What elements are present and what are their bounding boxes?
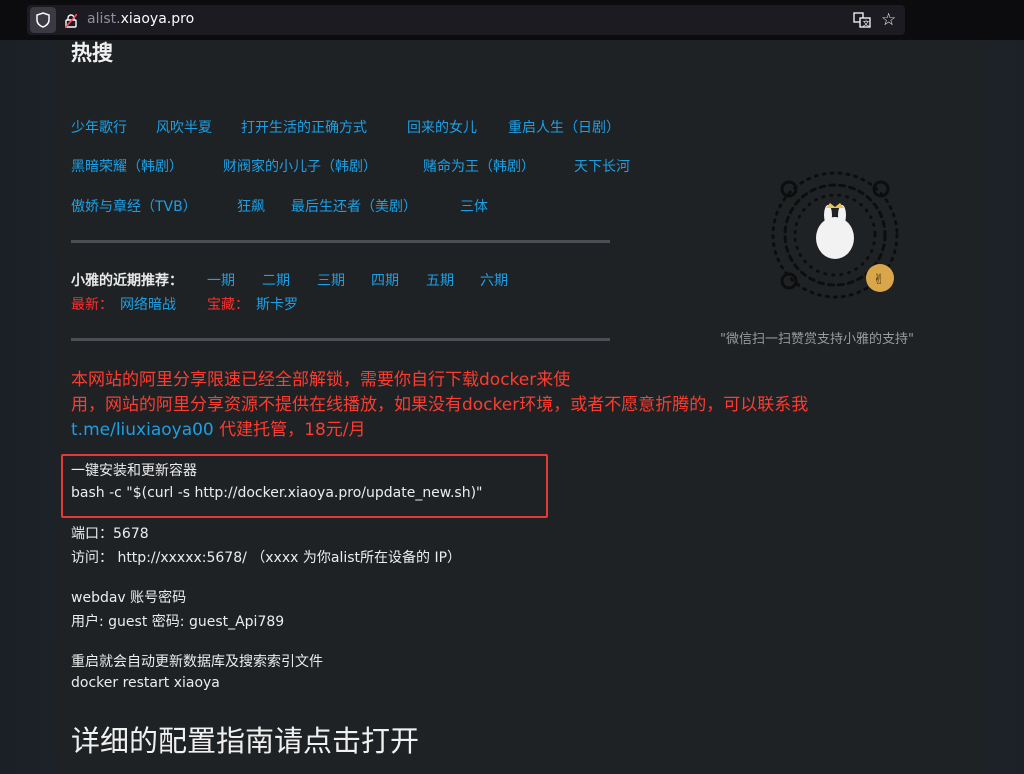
- url-text[interactable]: alist.xiaoya.pro: [87, 11, 194, 27]
- translate-icon[interactable]: 文: [853, 12, 871, 32]
- divider: [71, 338, 610, 341]
- webdav-credentials: 用户: guest 密码: guest_Api789: [71, 614, 285, 630]
- browser-toolbar: alist.xiaoya.pro 文 ☆: [0, 0, 1024, 40]
- hot-link[interactable]: 天下长河: [574, 156, 630, 176]
- install-command: bash -c "$(curl -s http://docker.xiaoya.…: [71, 485, 483, 501]
- config-guide-link[interactable]: 详细的配置指南请点击打开: [71, 718, 419, 760]
- webdav-title: webdav 账号密码: [71, 590, 187, 606]
- episode-link[interactable]: 三期: [317, 270, 345, 290]
- hot-link[interactable]: 打开生活的正确方式: [241, 117, 367, 137]
- hot-link[interactable]: 重启人生（日剧）: [508, 117, 620, 137]
- visit-line: 访问： http://xxxxx:5678/ （xxxx 为你alist所在设备…: [71, 550, 462, 566]
- page-title: 热搜: [71, 41, 113, 65]
- hot-link[interactable]: 少年歌行: [71, 117, 127, 137]
- episode-link[interactable]: 二期: [262, 270, 290, 290]
- hot-link[interactable]: 风吹半夏: [156, 117, 212, 137]
- episode-link[interactable]: 五期: [426, 270, 454, 290]
- bookmark-star-icon[interactable]: ☆: [881, 10, 896, 30]
- hot-link[interactable]: 最后生还者（美剧）: [291, 196, 417, 216]
- address-bar[interactable]: alist.xiaoya.pro 文 ☆: [27, 5, 905, 35]
- insecure-lock-icon[interactable]: [64, 13, 78, 32]
- qr-caption: "微信扫一扫赞赏支持小雅的支持": [720, 332, 914, 347]
- hot-link[interactable]: 财阀家的小儿子（韩剧）: [223, 156, 377, 176]
- notice-tail: 代建托管，18元/月: [213, 420, 366, 440]
- qr-code-image: ✌: [760, 160, 910, 310]
- notice-text: 本网站的阿里分享限速已经全部解锁，需要你自行下载docker来使 用，网站的阿里…: [71, 368, 951, 443]
- install-title: 一键安装和更新容器: [71, 463, 197, 479]
- hot-link[interactable]: 回来的女儿: [407, 117, 477, 137]
- restart-title: 重启就会自动更新数据库及搜索索引文件: [71, 654, 323, 670]
- treasure-link[interactable]: 斯卡罗: [256, 294, 298, 314]
- episode-link[interactable]: 一期: [207, 270, 235, 290]
- svg-text:文: 文: [863, 19, 870, 28]
- restart-command: docker restart xiaoya: [71, 675, 220, 691]
- latest-link[interactable]: 网络暗战: [120, 294, 176, 314]
- treasure-label: 宝藏：: [207, 297, 249, 313]
- svg-text:✌: ✌: [873, 272, 885, 288]
- hot-link[interactable]: 赌命为王（韩剧）: [423, 156, 535, 176]
- hot-link[interactable]: 黑暗荣耀（韩剧）: [71, 156, 183, 176]
- notice-line-1: 本网站的阿里分享限速已经全部解锁，需要你自行下载docker来使: [71, 370, 571, 390]
- episode-link[interactable]: 四期: [371, 270, 399, 290]
- telegram-link[interactable]: t.me/liuxiaoya00: [71, 420, 214, 440]
- notice-line-3: t.me/liuxiaoya00 代建托管，18元/月: [71, 418, 951, 443]
- recommend-label: 小雅的近期推荐：: [71, 273, 183, 289]
- hot-link[interactable]: 狂飙: [237, 196, 265, 216]
- hot-link[interactable]: 三体: [460, 196, 488, 216]
- shield-icon[interactable]: [30, 7, 56, 33]
- notice-line-2: 用，网站的阿里分享资源不提供在线播放，如果没有docker环境，或者不愿意折腾的…: [71, 395, 809, 415]
- port-line: 端口：5678: [71, 526, 149, 542]
- hot-link[interactable]: 傲娇与章经（TVB）: [71, 196, 197, 216]
- divider: [71, 240, 610, 243]
- latest-label: 最新：: [71, 297, 113, 313]
- episode-link[interactable]: 六期: [480, 270, 508, 290]
